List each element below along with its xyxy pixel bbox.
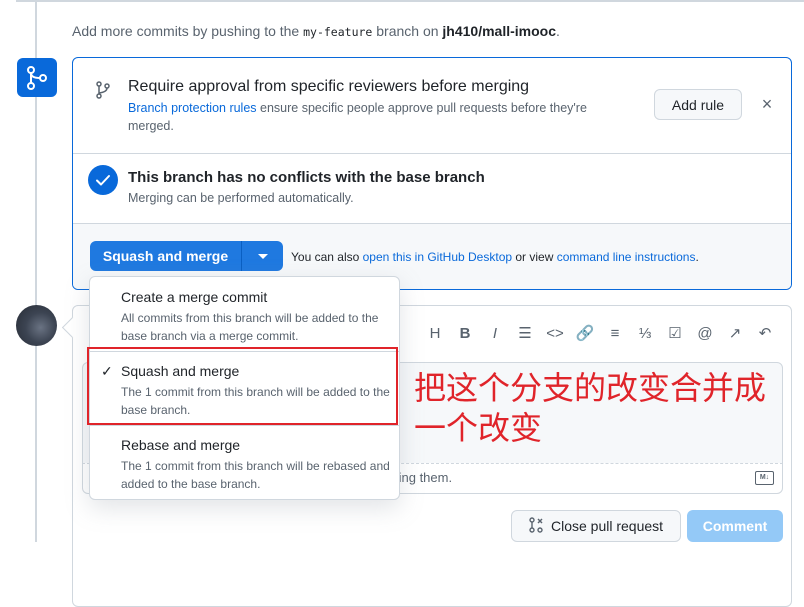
squash-and-merge-button[interactable]: Squash and merge <box>90 241 241 271</box>
avatar[interactable] <box>16 305 57 346</box>
command-line-link[interactable]: command line instructions <box>557 250 696 264</box>
merge-method-dropdown-button[interactable] <box>241 241 283 271</box>
github-desktop-link[interactable]: open this in GitHub Desktop <box>363 250 512 264</box>
ordered-list-icon[interactable]: ⅓ <box>630 323 660 345</box>
annotation-highlight-box <box>87 347 398 425</box>
merge-option-rebase-and-merge[interactable]: Rebase and merge The 1 commit from this … <box>90 425 399 499</box>
merge-box: Require approval from specific reviewers… <box>72 57 792 290</box>
protection-title: Require approval from specific reviewers… <box>128 78 530 95</box>
attach-files-text: ting them. <box>395 470 453 485</box>
option-title: Create a merge commit <box>121 289 268 305</box>
close-pull-request-button[interactable]: Close pull request <box>511 510 681 542</box>
heading-icon[interactable]: H <box>420 323 450 345</box>
code-icon[interactable]: <> <box>540 323 570 345</box>
comment-box-caret <box>61 316 84 339</box>
mention-icon[interactable]: @ <box>690 323 720 345</box>
option-title: Rebase and merge <box>121 437 241 453</box>
task-list-icon[interactable]: ☑ <box>660 323 690 345</box>
merge-option-create-merge-commit[interactable]: Create a merge commit All commits from t… <box>90 277 399 351</box>
alternative-options-text: You can also open this in GitHub Desktop… <box>291 250 699 264</box>
comment-button[interactable]: Comment <box>687 510 783 542</box>
repo-name: jh410/mall-imooc <box>442 23 557 39</box>
close-icon[interactable]: × <box>757 92 777 116</box>
italic-icon[interactable]: I <box>480 323 510 345</box>
branch-protection-link[interactable]: Branch protection rules <box>128 101 257 115</box>
git-merge-icon <box>17 58 57 97</box>
git-pull-request-closed-icon <box>529 516 543 536</box>
reference-icon[interactable]: ↗ <box>720 323 750 345</box>
no-conflicts-title: This branch has no conflicts with the ba… <box>128 169 485 186</box>
close-pull-request-label: Close pull request <box>550 518 664 534</box>
quote-icon[interactable]: ☰ <box>510 323 540 345</box>
bold-icon[interactable]: B <box>450 323 480 345</box>
link-icon[interactable]: 🔗 <box>570 323 600 345</box>
no-conflicts-desc: Merging can be performed automatically. <box>128 191 354 205</box>
option-desc: The 1 commit from this branch will be re… <box>121 459 390 491</box>
markdown-toolbar: H B I ☰ <> 🔗 ≡ ⅓ ☑ @ ↗ ↶ <box>420 323 780 345</box>
conflicts-section: This branch has no conflicts with the ba… <box>73 154 791 224</box>
annotation-text: 把这个分支的改变合并成一个改变 <box>414 369 767 447</box>
git-branch-icon <box>93 80 113 100</box>
markdown-icon[interactable]: M↓ <box>755 471 774 485</box>
reply-icon[interactable]: ↶ <box>750 323 780 345</box>
push-hint: Add more commits by pushing to the my-fe… <box>72 23 560 39</box>
branch-protection-section: Require approval from specific reviewers… <box>73 58 791 154</box>
unordered-list-icon[interactable]: ≡ <box>600 323 630 345</box>
option-desc: All commits from this branch will be add… <box>121 311 379 343</box>
protection-desc: Branch protection rules ensure specific … <box>128 101 587 133</box>
branch-name: my-feature <box>303 25 373 39</box>
top-divider <box>16 0 804 2</box>
add-rule-button[interactable]: Add rule <box>654 89 742 120</box>
triangle-down-icon <box>258 254 268 259</box>
check-circle-icon <box>88 165 118 195</box>
